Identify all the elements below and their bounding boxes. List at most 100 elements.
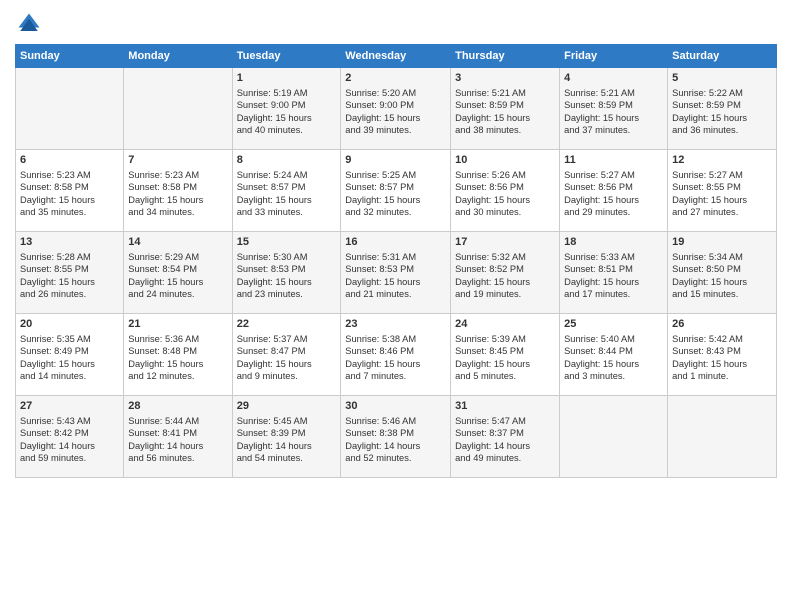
day-info-line: Daylight: 15 hours xyxy=(455,276,555,289)
day-info-line: Sunset: 8:48 PM xyxy=(128,345,227,358)
day-info-line: Sunset: 8:55 PM xyxy=(672,181,772,194)
logo xyxy=(15,10,47,38)
day-info-line: Sunrise: 5:47 AM xyxy=(455,415,555,428)
calendar-cell: 12Sunrise: 5:27 AMSunset: 8:55 PMDayligh… xyxy=(668,150,777,232)
day-info-line: Daylight: 15 hours xyxy=(128,358,227,371)
calendar-cell: 22Sunrise: 5:37 AMSunset: 8:47 PMDayligh… xyxy=(232,314,341,396)
day-info-line: Daylight: 15 hours xyxy=(237,112,337,125)
day-info-line: Sunset: 8:59 PM xyxy=(455,99,555,112)
day-number: 22 xyxy=(237,317,337,332)
day-info-line: Sunset: 8:54 PM xyxy=(128,263,227,276)
day-info-line: Daylight: 15 hours xyxy=(564,112,663,125)
day-number: 24 xyxy=(455,317,555,332)
day-number: 26 xyxy=(672,317,772,332)
day-info-line: Daylight: 15 hours xyxy=(345,112,446,125)
calendar-cell: 10Sunrise: 5:26 AMSunset: 8:56 PMDayligh… xyxy=(451,150,560,232)
day-info-line: and 59 minutes. xyxy=(20,452,119,465)
day-info-line: Sunrise: 5:29 AM xyxy=(128,251,227,264)
calendar-cell: 14Sunrise: 5:29 AMSunset: 8:54 PMDayligh… xyxy=(124,232,232,314)
calendar-cell: 18Sunrise: 5:33 AMSunset: 8:51 PMDayligh… xyxy=(560,232,668,314)
day-number: 5 xyxy=(672,71,772,86)
day-info-line: Sunset: 8:59 PM xyxy=(564,99,663,112)
day-info-line: and 56 minutes. xyxy=(128,452,227,465)
calendar-cell: 31Sunrise: 5:47 AMSunset: 8:37 PMDayligh… xyxy=(451,396,560,478)
day-number: 18 xyxy=(564,235,663,250)
week-row-1: 1Sunrise: 5:19 AMSunset: 9:00 PMDaylight… xyxy=(16,68,777,150)
day-info-line: Sunrise: 5:21 AM xyxy=(455,87,555,100)
day-number: 1 xyxy=(237,71,337,86)
calendar-cell: 2Sunrise: 5:20 AMSunset: 9:00 PMDaylight… xyxy=(341,68,451,150)
day-info-line: and 5 minutes. xyxy=(455,370,555,383)
calendar-cell: 3Sunrise: 5:21 AMSunset: 8:59 PMDaylight… xyxy=(451,68,560,150)
day-header-sunday: Sunday xyxy=(16,45,124,68)
calendar-cell: 4Sunrise: 5:21 AMSunset: 8:59 PMDaylight… xyxy=(560,68,668,150)
calendar-cell: 16Sunrise: 5:31 AMSunset: 8:53 PMDayligh… xyxy=(341,232,451,314)
week-row-3: 13Sunrise: 5:28 AMSunset: 8:55 PMDayligh… xyxy=(16,232,777,314)
day-info-line: Daylight: 15 hours xyxy=(128,194,227,207)
day-info-line: Sunset: 8:55 PM xyxy=(20,263,119,276)
day-info-line: Daylight: 15 hours xyxy=(672,194,772,207)
day-info-line: Daylight: 14 hours xyxy=(128,440,227,453)
day-info-line: Daylight: 15 hours xyxy=(20,276,119,289)
day-info-line: Daylight: 15 hours xyxy=(564,358,663,371)
day-info-line: Sunrise: 5:27 AM xyxy=(564,169,663,182)
day-info-line: Sunrise: 5:27 AM xyxy=(672,169,772,182)
week-row-2: 6Sunrise: 5:23 AMSunset: 8:58 PMDaylight… xyxy=(16,150,777,232)
calendar-cell: 7Sunrise: 5:23 AMSunset: 8:58 PMDaylight… xyxy=(124,150,232,232)
day-info-line: and 40 minutes. xyxy=(237,124,337,137)
day-info-line: and 3 minutes. xyxy=(564,370,663,383)
calendar-cell: 15Sunrise: 5:30 AMSunset: 8:53 PMDayligh… xyxy=(232,232,341,314)
day-info-line: Daylight: 15 hours xyxy=(455,358,555,371)
day-header-monday: Monday xyxy=(124,45,232,68)
day-info-line: Sunrise: 5:35 AM xyxy=(20,333,119,346)
calendar-cell: 29Sunrise: 5:45 AMSunset: 8:39 PMDayligh… xyxy=(232,396,341,478)
day-info-line: Sunrise: 5:22 AM xyxy=(672,87,772,100)
day-info-line: Daylight: 14 hours xyxy=(20,440,119,453)
day-info-line: Sunrise: 5:42 AM xyxy=(672,333,772,346)
calendar-cell: 8Sunrise: 5:24 AMSunset: 8:57 PMDaylight… xyxy=(232,150,341,232)
day-info-line: Sunset: 8:38 PM xyxy=(345,427,446,440)
day-info-line: and 27 minutes. xyxy=(672,206,772,219)
day-info-line: Sunset: 8:46 PM xyxy=(345,345,446,358)
day-info-line: Sunrise: 5:21 AM xyxy=(564,87,663,100)
day-info-line: and 38 minutes. xyxy=(455,124,555,137)
day-info-line: Sunset: 8:49 PM xyxy=(20,345,119,358)
day-info-line: Daylight: 14 hours xyxy=(345,440,446,453)
day-info-line: and 52 minutes. xyxy=(345,452,446,465)
calendar-cell xyxy=(124,68,232,150)
day-number: 21 xyxy=(128,317,227,332)
calendar-cell: 24Sunrise: 5:39 AMSunset: 8:45 PMDayligh… xyxy=(451,314,560,396)
day-number: 2 xyxy=(345,71,446,86)
day-number: 4 xyxy=(564,71,663,86)
day-info-line: Sunrise: 5:19 AM xyxy=(237,87,337,100)
day-info-line: Sunset: 8:58 PM xyxy=(20,181,119,194)
day-info-line: Sunrise: 5:23 AM xyxy=(20,169,119,182)
calendar-cell: 28Sunrise: 5:44 AMSunset: 8:41 PMDayligh… xyxy=(124,396,232,478)
day-info-line: and 24 minutes. xyxy=(128,288,227,301)
day-number: 31 xyxy=(455,399,555,414)
day-info-line: Sunrise: 5:34 AM xyxy=(672,251,772,264)
day-header-tuesday: Tuesday xyxy=(232,45,341,68)
day-info-line: Daylight: 15 hours xyxy=(237,358,337,371)
day-number: 9 xyxy=(345,153,446,168)
day-info-line: Sunrise: 5:25 AM xyxy=(345,169,446,182)
day-info-line: and 34 minutes. xyxy=(128,206,227,219)
day-info-line: Daylight: 15 hours xyxy=(672,358,772,371)
day-number: 14 xyxy=(128,235,227,250)
day-info-line: Sunrise: 5:33 AM xyxy=(564,251,663,264)
day-number: 25 xyxy=(564,317,663,332)
day-info-line: Sunset: 8:37 PM xyxy=(455,427,555,440)
day-number: 7 xyxy=(128,153,227,168)
day-info-line: Sunset: 8:51 PM xyxy=(564,263,663,276)
day-info-line: Sunrise: 5:24 AM xyxy=(237,169,337,182)
day-info-line: and 39 minutes. xyxy=(345,124,446,137)
day-info-line: Sunset: 8:45 PM xyxy=(455,345,555,358)
day-info-line: Sunset: 8:43 PM xyxy=(672,345,772,358)
day-info-line: Daylight: 15 hours xyxy=(672,112,772,125)
day-info-line: and 9 minutes. xyxy=(237,370,337,383)
day-info-line: Sunrise: 5:20 AM xyxy=(345,87,446,100)
day-number: 30 xyxy=(345,399,446,414)
calendar-cell: 25Sunrise: 5:40 AMSunset: 8:44 PMDayligh… xyxy=(560,314,668,396)
day-header-thursday: Thursday xyxy=(451,45,560,68)
day-info-line: Sunrise: 5:40 AM xyxy=(564,333,663,346)
